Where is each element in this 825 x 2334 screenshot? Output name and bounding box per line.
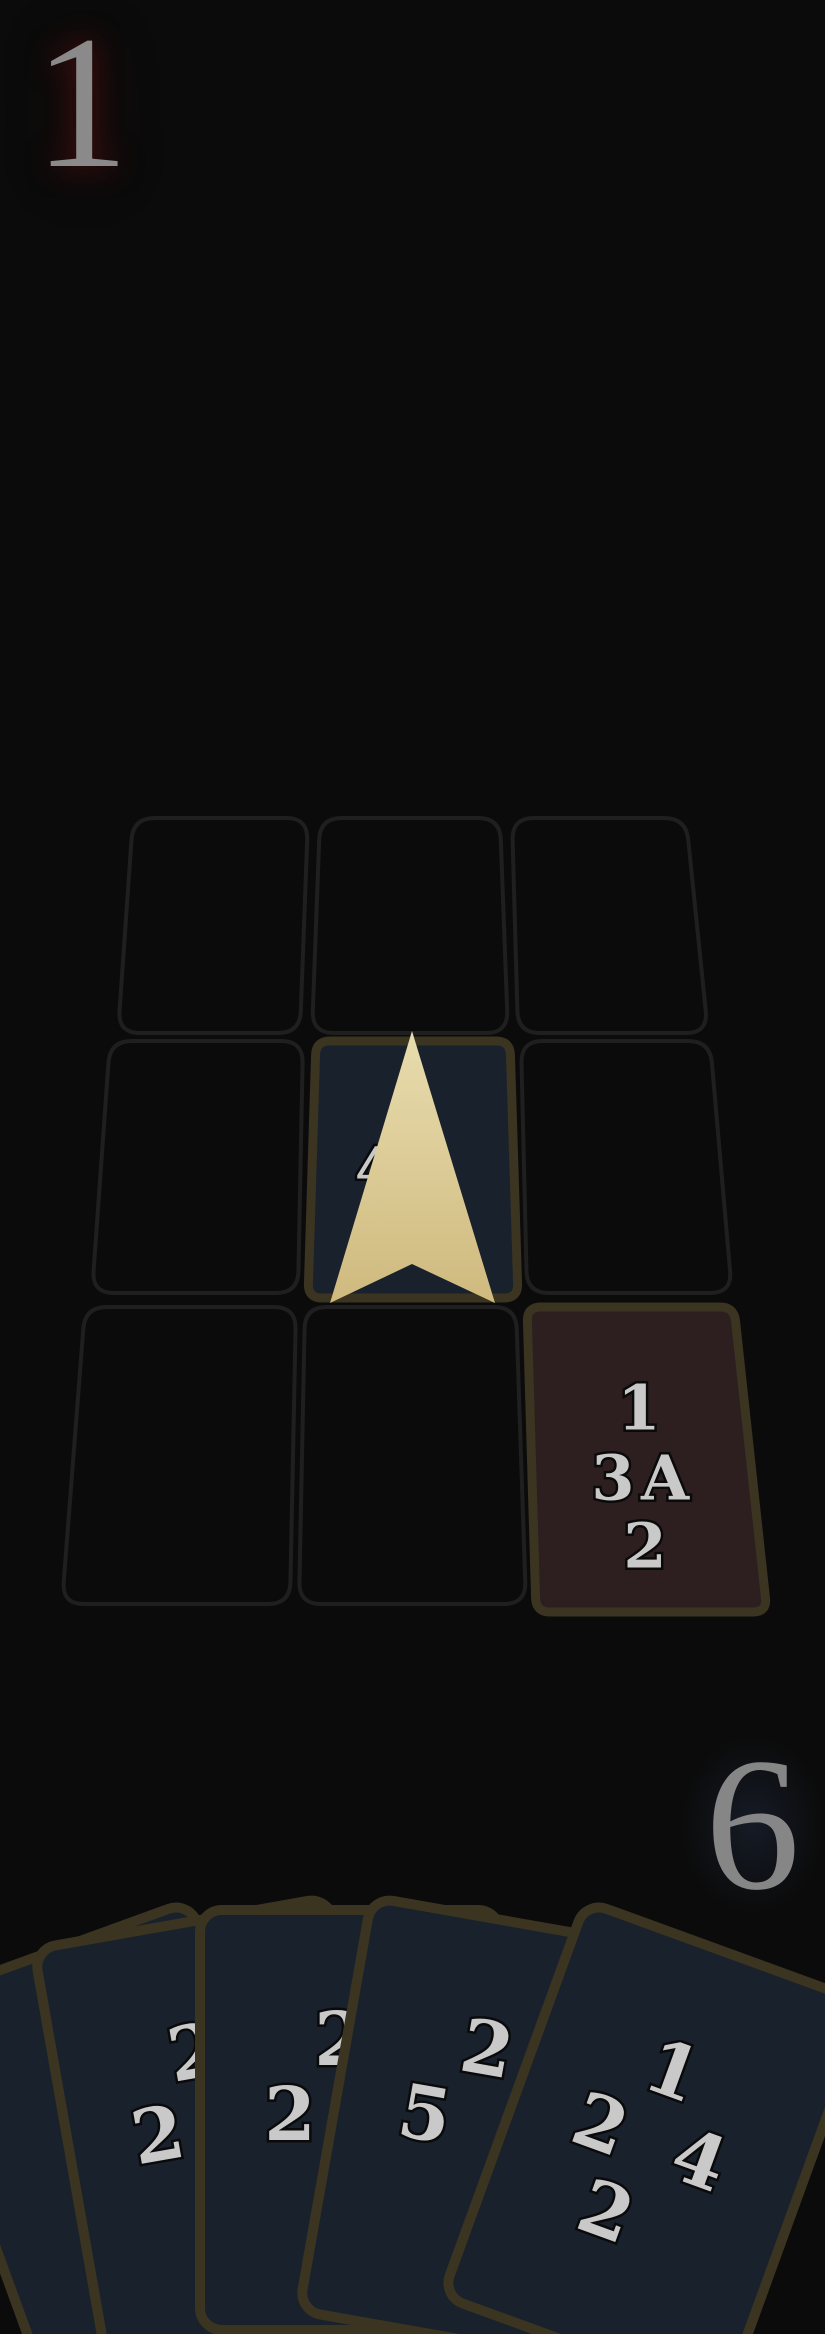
empty-slot-outline — [91, 1039, 305, 1295]
board-slot-r1c0[interactable] — [91, 1039, 305, 1295]
empty-slot-outline — [310, 816, 510, 1035]
game-board: 413A2 12222251242 — [0, 816, 825, 2334]
card-value-bottom: 2 — [623, 1510, 666, 1583]
board-slot-r0c2[interactable] — [510, 816, 708, 1035]
deck-count[interactable]: 6 — [680, 1730, 825, 1920]
board-slot-r0c1[interactable] — [310, 816, 510, 1035]
empty-slot-outline — [297, 1305, 528, 1606]
card-value-left: 3 — [591, 1442, 634, 1515]
card-value-center: A — [640, 1442, 690, 1515]
board-slot-r0c0[interactable] — [117, 816, 310, 1035]
empty-slot-outline — [519, 1039, 733, 1295]
empty-slot-outline — [510, 816, 708, 1035]
card-value-left: 2 — [264, 2072, 316, 2158]
card-value-top: 1 — [617, 1372, 660, 1445]
board-slot-r2c0[interactable] — [61, 1305, 298, 1606]
empty-slot-outline — [117, 816, 310, 1035]
board-slot-r2c2[interactable]: 13 A2 — [522, 1302, 771, 1617]
board-slot-r2c1[interactable] — [297, 1305, 528, 1606]
board-slot-r1c2[interactable] — [519, 1039, 733, 1295]
empty-slot-outline — [61, 1305, 298, 1606]
score-counter: 1 — [34, 0, 129, 208]
